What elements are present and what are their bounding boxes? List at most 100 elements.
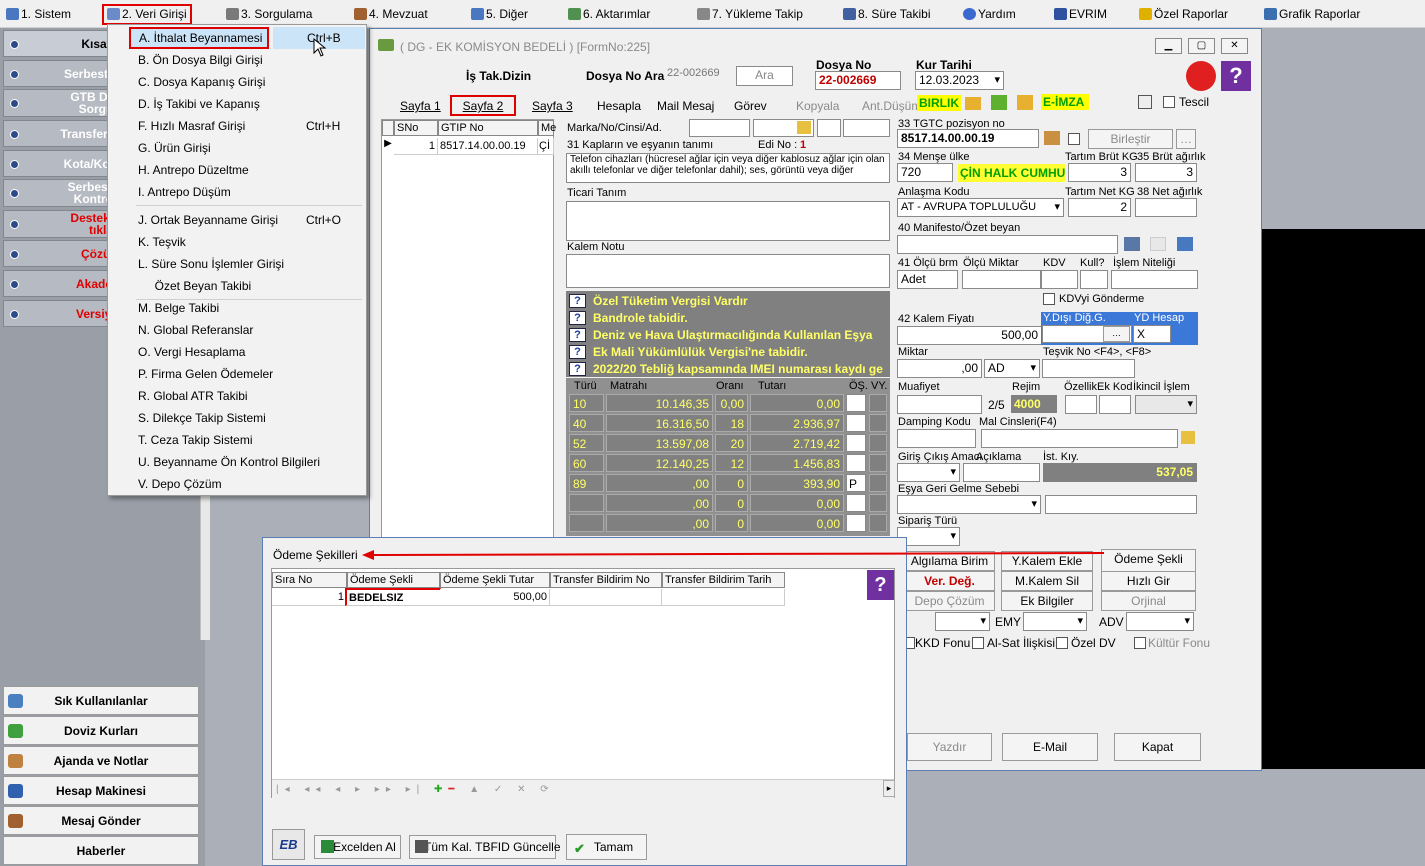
question-icon[interactable]: ? — [569, 294, 586, 308]
tax-cell-vy[interactable] — [869, 454, 887, 472]
doviz-kurlari-button[interactable]: Doviz Kurları — [3, 716, 199, 745]
ek-kod-field[interactable] — [1099, 395, 1131, 414]
brut-agirlik-field[interactable]: 3 — [1135, 163, 1197, 182]
question-icon[interactable]: ? — [569, 311, 586, 325]
olcu-miktar-field[interactable] — [962, 270, 1041, 289]
menu-aktarimlar[interactable]: 6. Aktarımlar — [568, 0, 650, 28]
tax-cell-matrah[interactable]: ,00 — [606, 494, 713, 512]
tum-kal-guncelle-button[interactable]: Tüm Kal. TBFID Güncelle — [409, 835, 561, 859]
tab-sayfa-2[interactable]: Sayfa 2 — [450, 95, 516, 116]
ydisi-dots-button[interactable]: … — [1103, 326, 1130, 342]
tesvik-no-field[interactable] — [1042, 359, 1135, 378]
tax-cell-oran[interactable]: 20 — [715, 434, 748, 452]
odeme-help-icon[interactable]: ? — [867, 570, 894, 600]
hesap-makinesi-button[interactable]: Hesap Makinesi — [3, 776, 199, 805]
menu-item-sure-sonu[interactable]: L. Süre Sonu İşlemler Girişi — [110, 253, 364, 275]
v-combo[interactable] — [935, 612, 990, 631]
mense-code-field[interactable]: 720 — [897, 163, 953, 182]
depo-cozum-button[interactable]: Depo Çözüm — [904, 591, 995, 611]
tax-cell-matrah[interactable]: ,00 — [606, 474, 713, 492]
adv-combo[interactable] — [1126, 612, 1194, 631]
menu-item-ithalat-beyannamesi[interactable]: A. İthalat Beyannamesi — [129, 27, 269, 49]
emy-combo[interactable] — [1023, 612, 1087, 631]
menu-item-ozet-beyan[interactable]: Özet Beyan Takibi — [110, 275, 364, 297]
tax-cell-os[interactable] — [846, 494, 866, 512]
menu-item-antrepo-duzeltme[interactable]: H. Antrepo Düzeltme — [110, 159, 364, 181]
menu-item-depo-cozum[interactable]: V. Depo Çözüm — [110, 473, 364, 495]
esya-geri-field[interactable] — [1045, 495, 1197, 514]
tax-cell-vy[interactable] — [869, 514, 887, 532]
tax-cell-matrah[interactable]: ,00 — [606, 514, 713, 532]
tax-cell-vy[interactable] — [869, 434, 887, 452]
tartim-net-field[interactable]: 2 — [1068, 198, 1131, 217]
tartim-brut-field[interactable]: 3 — [1068, 163, 1131, 182]
tax-cell-vy[interactable] — [869, 394, 887, 412]
tgtc-field[interactable]: 8517.14.00.00.19 — [897, 129, 1039, 148]
tax-cell-oran[interactable]: 18 — [715, 414, 748, 432]
dosya-no-field[interactable]: 22-002669 — [815, 71, 901, 90]
maximize-button[interactable]: ▢ — [1188, 38, 1215, 54]
nav-add-icon[interactable]: ✚ — [434, 784, 448, 795]
mesaj-gonder-button[interactable]: Mesaj Gönder — [3, 806, 199, 835]
menu-yardim[interactable]: Yardım — [963, 0, 1016, 28]
tax-cell-os[interactable] — [846, 454, 866, 472]
menu-sistem[interactable]: 1. Sistem — [6, 0, 71, 28]
menu-item-is-takibi[interactable]: D. İş Takibi ve Kapanış — [110, 93, 364, 115]
esya-geri-combo[interactable] — [897, 495, 1041, 514]
nav-delete-icon[interactable]: ━ — [448, 784, 460, 795]
menu-grafik-raporlar[interactable]: Grafik Raporlar — [1264, 0, 1360, 28]
grid-cell-gtip[interactable]: 8517.14.00.00.19 — [438, 138, 538, 155]
odeme-cell-tutar[interactable]: 500,00 — [440, 589, 550, 606]
tax-cell-tutar[interactable]: 393,90 — [750, 474, 844, 492]
tax-cell-tutar[interactable]: 0,00 — [750, 494, 844, 512]
menu-item-global-atr[interactable]: R. Global ATR Takibi — [110, 385, 364, 407]
export-icon[interactable] — [1017, 95, 1033, 110]
logo-icon[interactable]: EB — [272, 829, 305, 860]
esya-tanim-field[interactable]: Telefon cihazları (hücresel ağlar için v… — [566, 153, 890, 183]
tax-cell-os[interactable] — [846, 414, 866, 432]
giris-cikis-combo[interactable] — [897, 463, 960, 482]
question-icon[interactable]: ? — [569, 362, 586, 376]
menu-item-vergi-hesaplama[interactable]: O. Vergi Hesaplama — [110, 341, 364, 363]
menu-item-tesvik[interactable]: K. Teşvik — [110, 231, 364, 253]
olcu-brm-field[interactable]: Adet — [897, 270, 958, 289]
ver-deg-button[interactable]: Ver. Değ. — [904, 571, 995, 591]
tax-cell-oran[interactable]: 12 — [715, 454, 748, 472]
odeme-cell-tno[interactable] — [550, 589, 662, 606]
anlasma-combo[interactable]: AT - AVRUPA TOPLULUĞU — [897, 198, 1064, 217]
tab-kopyala[interactable]: Kopyala — [796, 97, 839, 115]
tax-cell-os[interactable] — [846, 514, 866, 532]
kalem-fiyati-field[interactable]: 500,00 — [897, 326, 1042, 345]
tax-cell-vy[interactable] — [869, 414, 887, 432]
menu-sure-takibi[interactable]: 8. Süre Takibi — [843, 0, 931, 28]
kur-tarihi-field[interactable]: 12.03.2023 — [915, 71, 1004, 90]
marka-field-3[interactable] — [817, 119, 841, 137]
ist-kiy-field[interactable]: 537,05 — [1043, 463, 1197, 482]
dosya-no-ara-input[interactable]: 22-002669 — [667, 67, 720, 79]
muafiyet-field[interactable] — [897, 395, 982, 414]
tax-cell-matrah[interactable]: 12.140,25 — [606, 454, 713, 472]
nav-scroll-right-icon[interactable]: ▸ — [883, 780, 895, 797]
orijinal-button[interactable]: Orjinal — [1101, 591, 1196, 611]
marka-field-4[interactable] — [843, 119, 890, 137]
hizli-gir-button[interactable]: Hızlı Gir — [1101, 571, 1196, 591]
bell-icon[interactable] — [1186, 61, 1216, 91]
birlestir-dots-button[interactable]: … — [1176, 129, 1196, 149]
tax-cell-tutar[interactable]: 0,00 — [750, 514, 844, 532]
ikincil-islem-combo[interactable] — [1135, 395, 1197, 414]
folder-icon[interactable] — [965, 97, 981, 110]
tax-cell-turu[interactable]: 52 — [569, 434, 604, 452]
e-imza-badge[interactable]: E-İMZA — [1041, 94, 1089, 110]
tab-sayfa-3[interactable]: Sayfa 3 — [532, 97, 573, 115]
tax-cell-vy[interactable] — [869, 494, 887, 512]
menu-item-belge-takibi[interactable]: M. Belge Takibi — [110, 297, 364, 319]
odeme-cell-sekli[interactable]: BEDELSIZ — [345, 588, 441, 606]
box-icon[interactable] — [1044, 131, 1060, 145]
tab-gorev[interactable]: Görev — [734, 97, 767, 115]
manifesto-list-icon[interactable] — [1124, 237, 1140, 251]
miktar-field[interactable]: ,00 — [897, 359, 982, 378]
m-kalem-sil-button[interactable]: M.Kalem Sil — [1001, 571, 1093, 591]
tax-cell-turu[interactable]: 40 — [569, 414, 604, 432]
tax-cell-turu[interactable]: 89 — [569, 474, 604, 492]
ticari-tanim-field[interactable] — [566, 201, 890, 241]
